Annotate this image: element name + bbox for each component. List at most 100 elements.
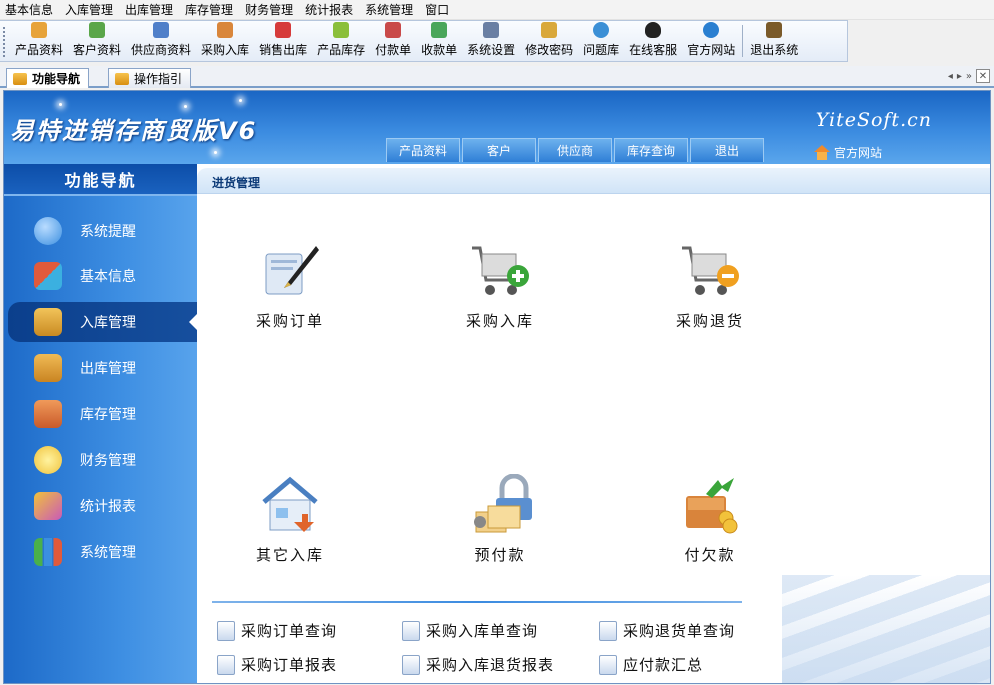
link-purchase-in-return-report[interactable]: 采购入库退货报表 bbox=[402, 654, 554, 675]
report-doc-icon bbox=[402, 654, 420, 675]
toolbar-button-online-service[interactable]: 在线客服 bbox=[624, 21, 682, 61]
toolbar-button-product[interactable]: 产品资料 bbox=[10, 21, 68, 61]
menu-inventory[interactable]: 库存管理 bbox=[180, 0, 240, 20]
main-frame: 易特进销存商贸版V6 YiteSoft.cn 产品资料 客户 供应商 库存查询 … bbox=[3, 90, 991, 684]
warehouse-icon bbox=[34, 400, 62, 428]
inventory-icon bbox=[333, 22, 350, 38]
toolbar-button-sales-out[interactable]: 销售出库 bbox=[254, 21, 312, 61]
menu-reports[interactable]: 统计报表 bbox=[300, 0, 360, 20]
menu-stock-in[interactable]: 入库管理 bbox=[60, 0, 120, 20]
sidebar-item-system-reminder[interactable]: 系统提醒 bbox=[4, 211, 197, 251]
func-other-stock-in[interactable]: 其它入库 bbox=[225, 474, 355, 565]
tab-list-icon[interactable]: » bbox=[966, 71, 972, 82]
star-sparkle bbox=[239, 99, 242, 102]
sidebar-title: 功能导航 bbox=[4, 164, 197, 196]
query-doc-icon bbox=[217, 620, 235, 641]
tab-scroll-left-icon[interactable]: ◂ bbox=[948, 71, 953, 82]
customer-icon bbox=[89, 22, 106, 38]
menu-stock-out[interactable]: 出库管理 bbox=[120, 0, 180, 20]
header-nav-exit[interactable]: 退出 bbox=[690, 138, 764, 162]
chart-bars-icon bbox=[34, 538, 62, 566]
sidebar-item-finance[interactable]: 财务管理 bbox=[4, 440, 197, 480]
func-purchase-in[interactable]: 采购入库 bbox=[435, 240, 565, 331]
menu-window[interactable]: 窗口 bbox=[420, 0, 456, 20]
brand-title: 易特进销存商贸版V6 bbox=[10, 117, 258, 145]
qq-icon bbox=[645, 22, 662, 38]
header-nav-customers[interactable]: 客户 bbox=[462, 138, 536, 162]
box-in-icon bbox=[34, 308, 62, 336]
func-pay-debt[interactable]: 付欠款 bbox=[645, 474, 775, 565]
sidebar-item-reports[interactable]: 统计报表 bbox=[4, 486, 197, 526]
ie-icon bbox=[703, 22, 720, 38]
header-nav: 产品资料 客户 供应商 库存查询 退出 bbox=[386, 138, 764, 162]
payment-icon bbox=[385, 22, 402, 38]
toolbar-button-receipt[interactable]: 收款单 bbox=[416, 21, 462, 61]
toolbar-button-customer[interactable]: 客户资料 bbox=[68, 21, 126, 61]
tab-icon bbox=[115, 72, 129, 85]
tab-operation-guide[interactable]: 操作指引 bbox=[108, 68, 192, 88]
link-purchase-order-query[interactable]: 采购订单查询 bbox=[217, 620, 337, 641]
toolbar-button-exit[interactable]: 退出系统 bbox=[745, 21, 803, 61]
report-doc-icon bbox=[599, 654, 617, 675]
func-purchase-return[interactable]: 采购退货 bbox=[645, 240, 775, 331]
star-sparkle bbox=[214, 151, 217, 154]
report-doc-icon bbox=[217, 654, 235, 675]
link-payable-summary[interactable]: 应付款汇总 bbox=[599, 654, 703, 675]
sidebar-item-stock-out[interactable]: 出库管理 bbox=[4, 348, 197, 388]
query-doc-icon bbox=[599, 620, 617, 641]
link-purchase-in-query[interactable]: 采购入库单查询 bbox=[402, 620, 538, 641]
box-out-icon bbox=[34, 354, 62, 382]
sidebar: 功能导航 系统提醒 基本信息 入库管理 出库管理 库存管理 财务管理 统计报表 bbox=[4, 164, 197, 683]
info-icon bbox=[34, 217, 62, 245]
tab-controls: ◂ ▸ » ✕ bbox=[948, 69, 990, 83]
menu-basic-info[interactable]: 基本信息 bbox=[0, 0, 60, 20]
sidebar-item-stock-in[interactable]: 入库管理 bbox=[8, 302, 197, 342]
house-in-icon bbox=[258, 474, 322, 538]
password-icon bbox=[541, 22, 558, 38]
toolbar-separator bbox=[742, 25, 744, 57]
brand-site: YiteSoft.cn bbox=[815, 109, 932, 131]
header-nav-inventory-query[interactable]: 库存查询 bbox=[614, 138, 688, 162]
header-nav-products[interactable]: 产品资料 bbox=[386, 138, 460, 162]
cart-add-icon bbox=[468, 240, 532, 304]
tab-scroll-right-icon[interactable]: ▸ bbox=[957, 71, 962, 82]
toolbar-button-settings[interactable]: 系统设置 bbox=[462, 21, 520, 61]
menu-finance[interactable]: 财务管理 bbox=[240, 0, 300, 20]
func-purchase-order[interactable]: 采购订单 bbox=[225, 240, 355, 331]
link-purchase-return-query[interactable]: 采购退货单查询 bbox=[599, 620, 735, 641]
toolbar-button-supplier[interactable]: 供应商资料 bbox=[126, 21, 196, 61]
tab-icon bbox=[13, 72, 27, 85]
toolbar-button-purchase-in[interactable]: 采购入库 bbox=[196, 21, 254, 61]
purchase-order-icon bbox=[258, 240, 322, 304]
toolbar-button-payment[interactable]: 付款单 bbox=[370, 21, 416, 61]
tab-close-icon[interactable]: ✕ bbox=[976, 69, 990, 83]
header-nav-suppliers[interactable]: 供应商 bbox=[538, 138, 612, 162]
sidebar-item-inventory[interactable]: 库存管理 bbox=[4, 394, 197, 434]
toolbar-grip[interactable] bbox=[3, 27, 5, 57]
pay-debt-icon bbox=[678, 474, 742, 538]
sidebar-item-basic-info[interactable]: 基本信息 bbox=[4, 256, 197, 296]
purchase-in-icon bbox=[217, 22, 234, 38]
report-icon bbox=[34, 492, 62, 520]
header-banner: 易特进销存商贸版V6 YiteSoft.cn 产品资料 客户 供应商 库存查询 … bbox=[4, 91, 990, 164]
exit-icon bbox=[766, 22, 783, 38]
official-site-link[interactable]: 官方网站 bbox=[814, 144, 882, 161]
section-divider bbox=[212, 601, 742, 603]
content-area: 进货管理 采购订单 采购入库 采购退货 其它入库 预付款 付欠款 采购订单查询 … bbox=[197, 164, 990, 683]
toolbar-button-password[interactable]: 修改密码 bbox=[520, 21, 578, 61]
settings-icon bbox=[483, 22, 500, 38]
tab-function-nav[interactable]: 功能导航 bbox=[6, 68, 90, 88]
receipt-icon bbox=[431, 22, 448, 38]
cart-remove-icon bbox=[678, 240, 742, 304]
toolbar-button-inventory[interactable]: 产品库存 bbox=[312, 21, 370, 61]
content-header: 进货管理 bbox=[197, 168, 990, 194]
toolbar-button-website[interactable]: 官方网站 bbox=[682, 21, 740, 61]
toolbar-button-faq[interactable]: 问题库 bbox=[578, 21, 624, 61]
finance-icon bbox=[34, 446, 62, 474]
sidebar-item-system-manage[interactable]: 系统管理 bbox=[4, 532, 197, 572]
prepay-lock-icon bbox=[468, 473, 532, 538]
faq-icon bbox=[593, 22, 610, 38]
menu-system[interactable]: 系统管理 bbox=[360, 0, 420, 20]
link-purchase-order-report[interactable]: 采购订单报表 bbox=[217, 654, 337, 675]
func-prepayment[interactable]: 预付款 bbox=[435, 473, 565, 565]
